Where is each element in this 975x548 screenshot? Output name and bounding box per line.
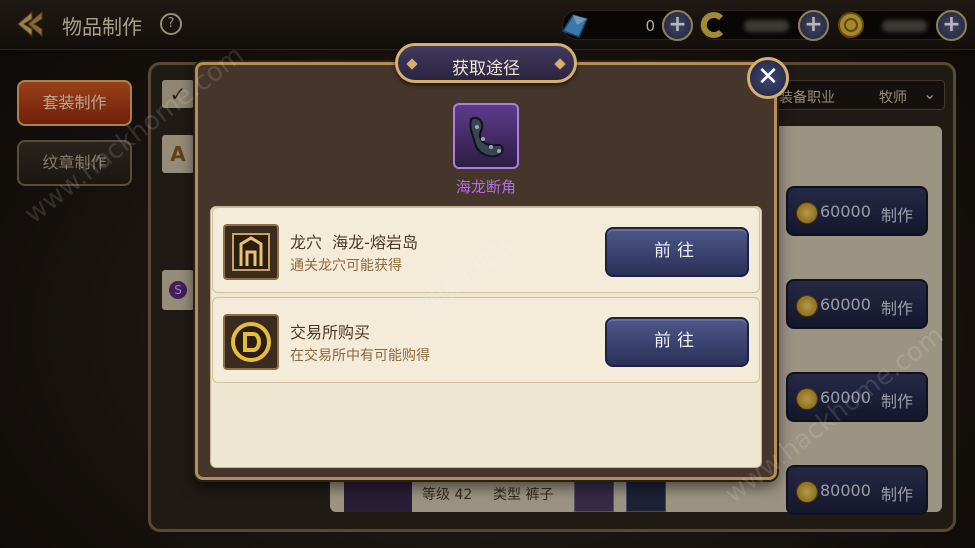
route-description: 通关龙穴可能获得 <box>290 258 402 274</box>
exchange-coin-icon <box>223 314 279 370</box>
dragon-lair-icon <box>223 224 279 280</box>
dialog-title-plate: 获取途径 <box>395 43 577 83</box>
dialog-title: 获取途径 <box>452 59 520 79</box>
go-button[interactable]: 前往 <box>605 317 749 367</box>
lair-glyph <box>232 233 270 271</box>
horn-glyph <box>469 117 504 158</box>
sea-dragon-horn-icon <box>453 103 519 169</box>
route-description: 在交易所中有可能购得 <box>290 348 430 364</box>
route-name: 龙穴 海龙-熔岩岛 <box>290 233 418 252</box>
close-x-icon[interactable]: ✕ <box>747 57 789 99</box>
route-row: 交易所购买 在交易所中有可能购得 前往 <box>212 297 760 383</box>
exchange-glyph <box>231 322 271 362</box>
route-name: 交易所购买 <box>290 323 371 342</box>
go-button[interactable]: 前往 <box>605 227 749 277</box>
item-name: 海龙断角 <box>455 178 516 196</box>
